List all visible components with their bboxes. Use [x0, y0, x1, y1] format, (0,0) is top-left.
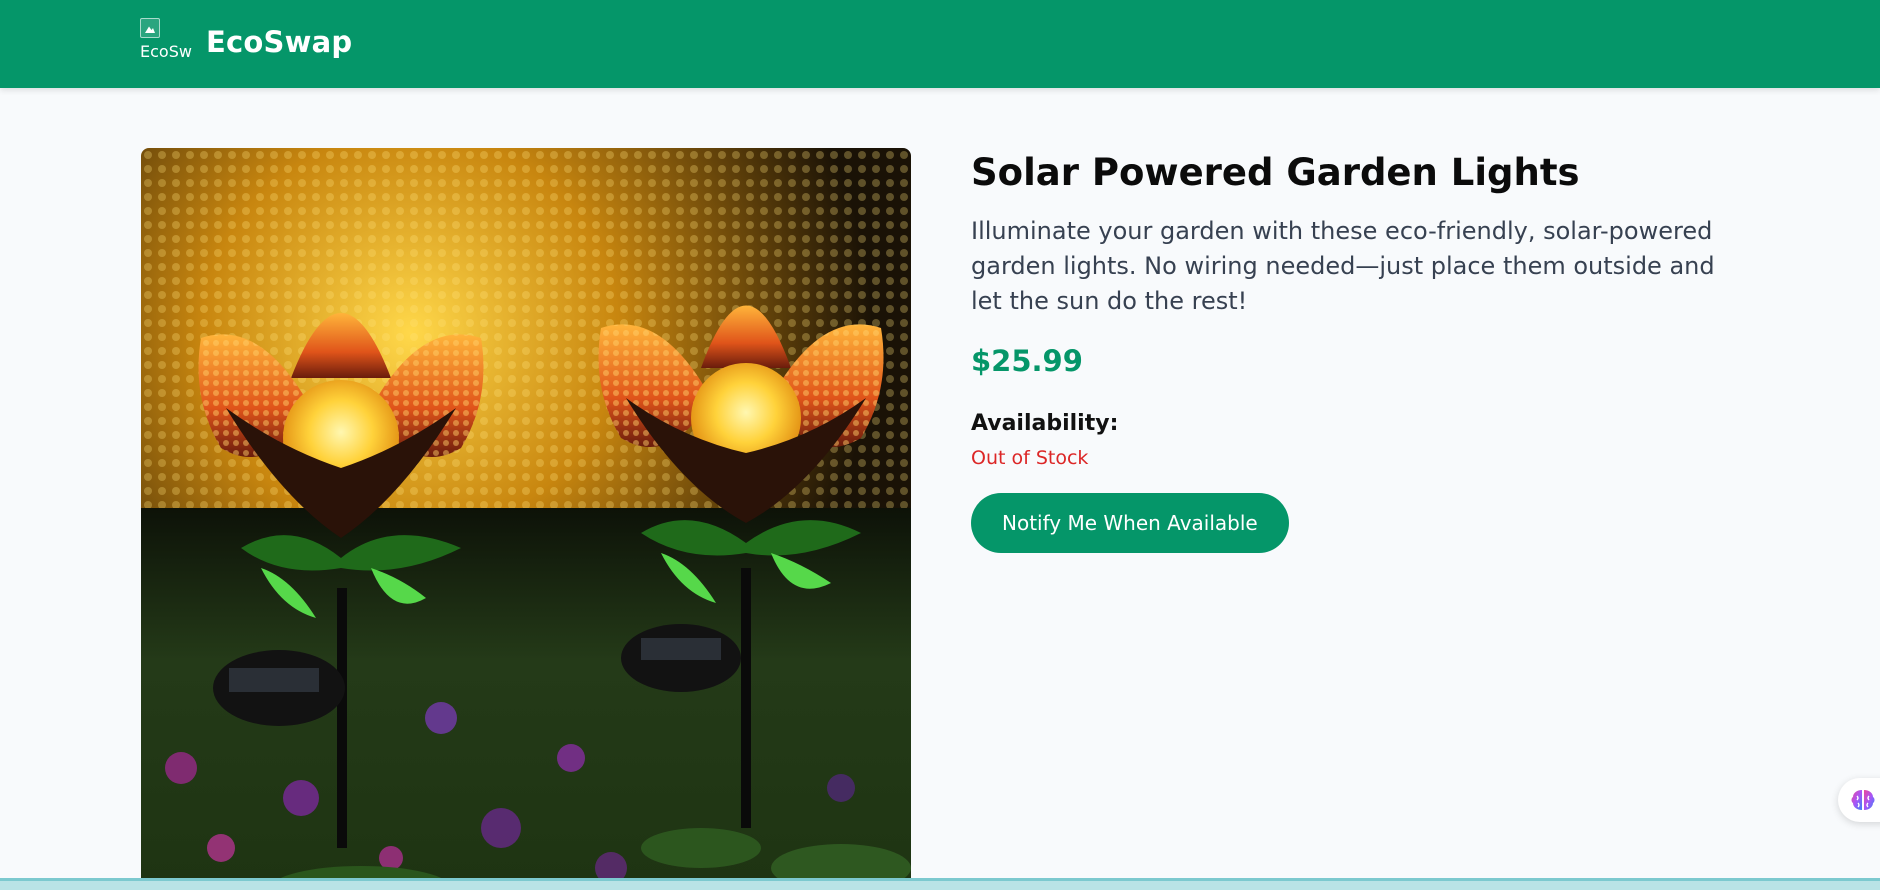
top-navigation-bar: EcoSwap EcoSwap	[0, 0, 1880, 88]
product-details: Solar Powered Garden Lights Illuminate y…	[971, 148, 1751, 553]
brain-icon	[1851, 790, 1875, 810]
logo-alt-text: EcoSwap	[140, 42, 192, 61]
logo-image[interactable]: EcoSwap	[140, 18, 192, 66]
product-image	[141, 148, 911, 890]
floating-assistant-button[interactable]	[1838, 778, 1880, 822]
bottom-bar	[0, 878, 1880, 890]
availability-status: Out of Stock	[971, 447, 1089, 469]
product-description: Illuminate your garden with these eco-fr…	[971, 217, 1715, 315]
brand-name[interactable]: EcoSwap	[206, 25, 352, 59]
broken-image-icon	[140, 18, 160, 38]
product-price: $25.99	[971, 344, 1083, 378]
notify-me-button[interactable]: Notify Me When Available	[971, 493, 1289, 553]
product-title: Solar Powered Garden Lights	[971, 151, 1580, 194]
availability-label: Availability:	[971, 411, 1119, 436]
brand[interactable]: EcoSwap EcoSwap	[140, 18, 352, 66]
